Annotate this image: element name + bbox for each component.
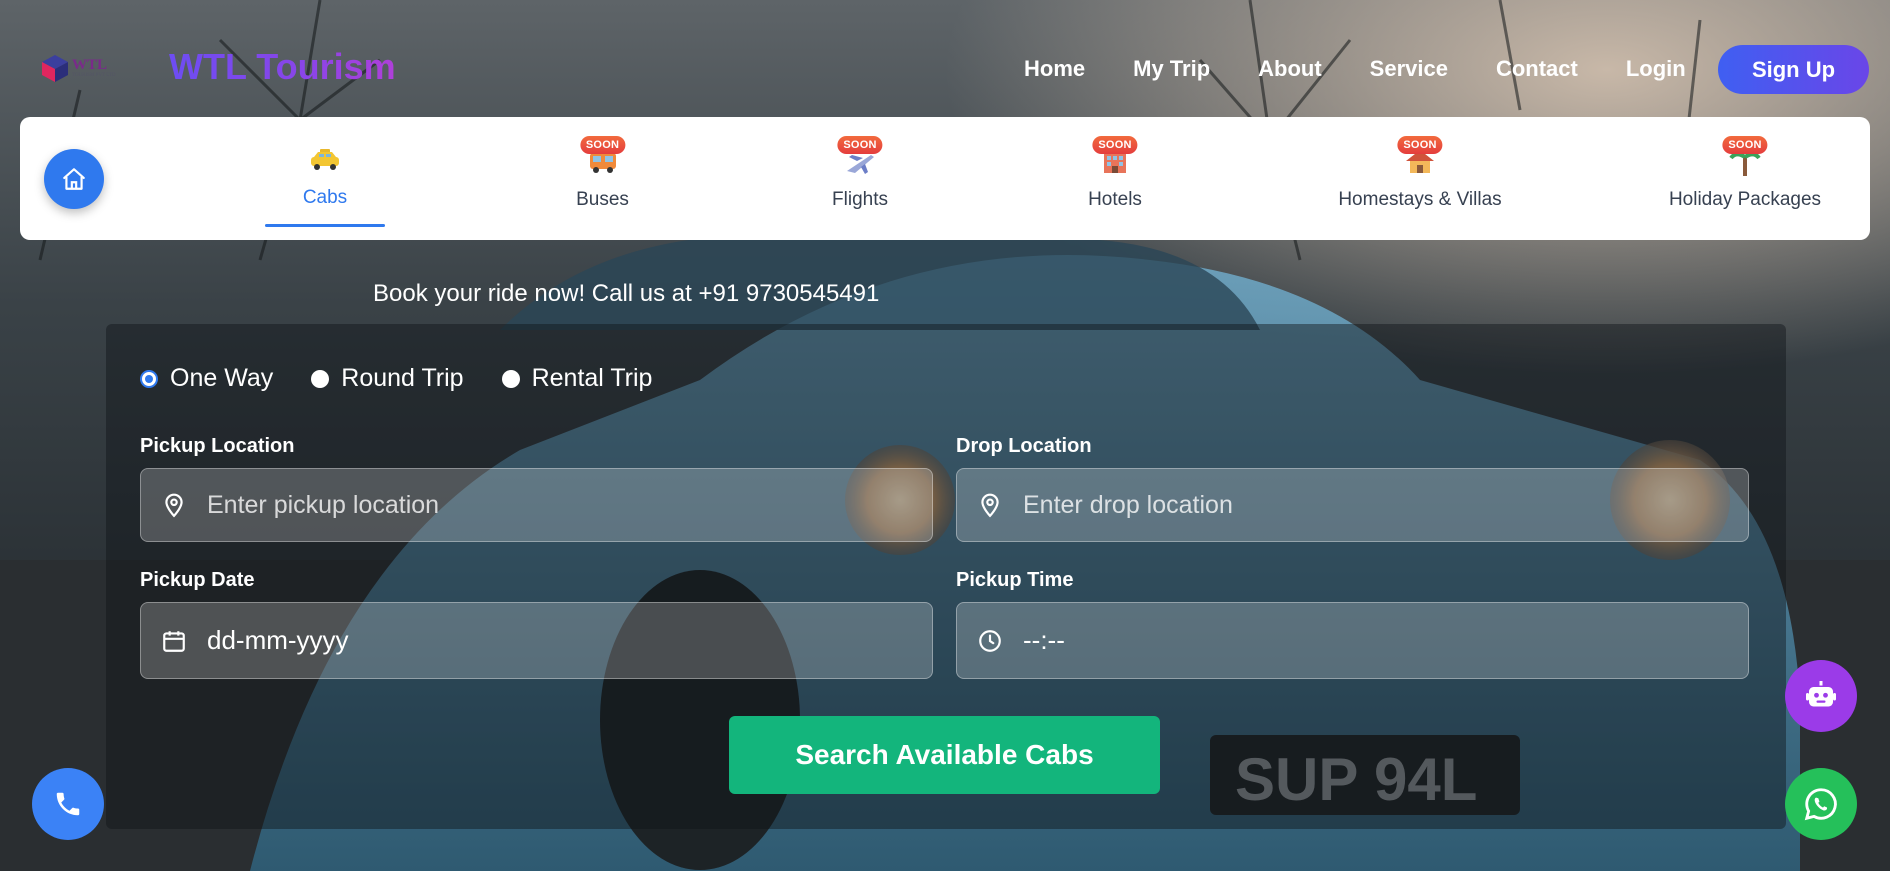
trip-type-label: Round Trip — [341, 364, 464, 392]
drop-location-input[interactable] — [1023, 490, 1703, 520]
map-pin-icon — [981, 493, 999, 518]
nav-service[interactable]: Service — [1370, 56, 1448, 82]
soon-badge: SOON — [579, 136, 626, 154]
main-nav: Home My Trip About Service Contact Login — [1000, 56, 1734, 82]
logo-text: WTL TOURISM PVT LTD — [72, 57, 116, 79]
active-tab-indicator — [265, 224, 385, 227]
pickup-date-field[interactable]: dd-mm-yyyy — [140, 602, 933, 679]
trip-type-rental-trip[interactable]: Rental Trip — [501, 364, 653, 393]
tab-label-flights: Flights — [832, 189, 888, 210]
home-button[interactable] — [44, 149, 104, 209]
call-button[interactable] — [32, 768, 104, 840]
trip-type-round-trip[interactable]: Round Trip — [311, 364, 464, 393]
whatsapp-icon — [1804, 788, 1837, 821]
tab-label-hotels: Hotels — [1088, 189, 1142, 210]
tab-flights[interactable]: SOON Flights — [800, 117, 920, 240]
pickup-location-label: Pickup Location — [140, 435, 295, 457]
bus-icon: SOON — [579, 136, 626, 179]
whatsapp-button[interactable] — [1785, 768, 1857, 840]
taxi-icon — [305, 147, 345, 179]
trip-type-selector: One Way Round Trip Rental Trip — [140, 364, 690, 393]
tab-label-holiday-packages: Holiday Packages — [1668, 189, 1822, 210]
drop-location-label: Drop Location — [956, 435, 1092, 457]
tab-homestays-villas[interactable]: SOON Homestays & Villas — [1310, 117, 1530, 240]
home-icon — [63, 168, 85, 190]
tab-label-homestays-villas: Homestays & Villas — [1338, 189, 1502, 210]
nav-home[interactable]: Home — [1024, 56, 1085, 82]
drop-location-field[interactable] — [956, 468, 1749, 542]
palm-tree-icon: SOON — [1722, 136, 1768, 179]
robot-icon — [1806, 681, 1836, 707]
soon-badge: SOON — [1397, 136, 1443, 154]
nav-login[interactable]: Login — [1626, 56, 1686, 82]
brand-logo[interactable]: WTL TOURISM PVT LTD — [40, 50, 148, 86]
trip-type-label: One Way — [170, 364, 274, 392]
airplane-icon: SOON — [837, 136, 883, 179]
logo-mark: WTL TOURISM PVT LTD — [40, 50, 148, 86]
pickup-location-input[interactable] — [207, 490, 887, 520]
clock-icon — [979, 629, 1001, 652]
tab-label-cabs: Cabs — [302, 187, 348, 208]
tab-holiday-packages[interactable]: SOON Holiday Packages — [1660, 117, 1830, 240]
soon-badge: SOON — [1722, 136, 1768, 154]
calendar-icon — [163, 630, 185, 652]
house-icon: SOON — [1397, 136, 1443, 179]
search-cabs-button[interactable]: Search Available Cabs — [729, 716, 1160, 794]
site-header: WTL TOURISM PVT LTD WTL Tourism Home My T… — [0, 0, 1890, 116]
sign-up-button[interactable]: Sign Up — [1718, 45, 1869, 94]
phone-icon — [56, 792, 80, 816]
chatbot-button[interactable] — [1785, 660, 1857, 732]
pickup-time-label: Pickup Time — [956, 569, 1074, 591]
soon-badge: SOON — [1092, 136, 1138, 154]
tab-cabs[interactable]: Cabs — [265, 117, 385, 240]
pickup-date-label: Pickup Date — [140, 569, 255, 591]
nav-contact[interactable]: Contact — [1496, 56, 1578, 82]
service-tabs-bar: Cabs SOON Buses SOON Flights SOON Hotels… — [20, 117, 1870, 240]
booking-callout: Book your ride now! Call us at +91 97305… — [373, 280, 880, 307]
tab-buses[interactable]: SOON Buses — [545, 117, 660, 240]
radio-button[interactable] — [311, 369, 330, 388]
nav-about[interactable]: About — [1258, 56, 1322, 82]
radio-button-checked[interactable] — [140, 369, 158, 388]
soon-badge: SOON — [837, 136, 883, 154]
tab-hotels[interactable]: SOON Hotels — [1055, 117, 1175, 240]
radio-button[interactable] — [501, 369, 520, 388]
pickup-time-field[interactable]: --:-- — [956, 602, 1749, 679]
nav-my-trip[interactable]: My Trip — [1133, 56, 1210, 82]
map-pin-icon — [165, 493, 183, 518]
pickup-time-value: --:-- — [1023, 625, 1065, 655]
trip-type-one-way[interactable]: One Way — [140, 364, 273, 393]
trip-type-label: Rental Trip — [531, 364, 653, 392]
cube-logo-icon — [42, 55, 68, 82]
brand-name[interactable]: WTL Tourism — [169, 46, 396, 88]
pickup-date-value: dd-mm-yyyy — [207, 625, 349, 655]
hotel-icon: SOON — [1092, 136, 1138, 179]
pickup-location-field[interactable] — [140, 468, 933, 542]
tab-label-buses: Buses — [576, 189, 629, 210]
